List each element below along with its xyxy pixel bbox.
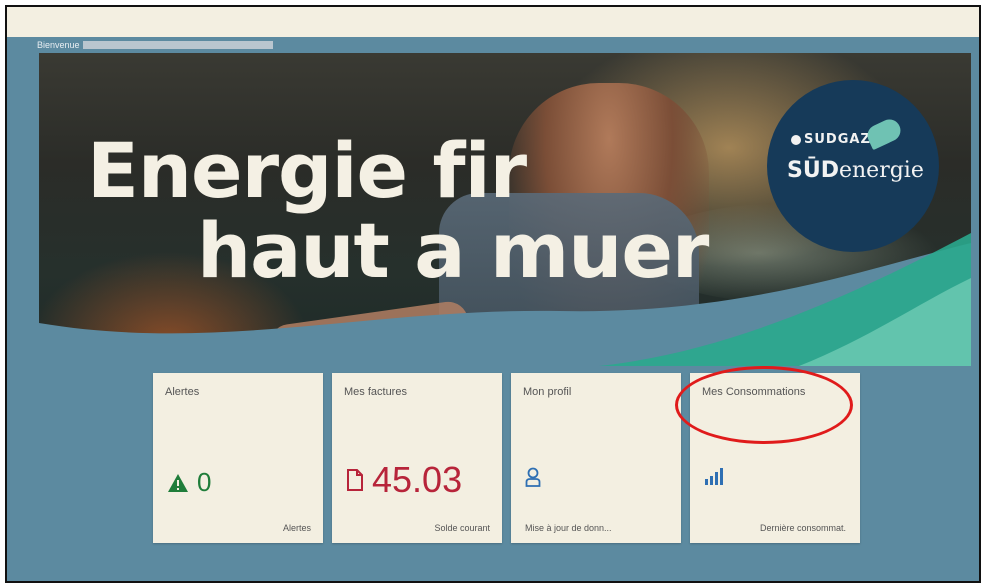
hero-banner: Energie fir haut a muer SUDGAZ SŪDenergi…	[39, 53, 971, 366]
leaf-icon	[863, 115, 905, 151]
tile-footer: Solde courant	[434, 523, 490, 533]
welcome-label: Bienvenue	[37, 40, 80, 50]
logo-sudgaz-text: SUDGAZ	[804, 132, 871, 147]
logo-brand-bold: SŪD	[787, 158, 839, 183]
highlight-circle	[675, 366, 853, 444]
app-frame: Bienvenue Energie fir haut a muer SUDGAZ…	[5, 5, 981, 583]
tile-title: Mes factures	[344, 386, 407, 398]
banner-headline-line1: Energie fir	[87, 126, 527, 215]
sudenergie-logo: SUDGAZ SŪDenergie	[767, 80, 939, 252]
warning-triangle-icon	[168, 473, 188, 492]
banner-headline-line2: haut a muer	[197, 206, 709, 295]
user-name-redacted	[82, 41, 273, 49]
welcome-line: Bienvenue	[37, 40, 273, 50]
tile-footer: Mise à jour de donn...	[525, 523, 612, 533]
top-bar	[7, 7, 979, 37]
tile-title: Mon profil	[523, 386, 572, 398]
user-icon	[525, 467, 541, 487]
tile-title: Alertes	[165, 386, 200, 398]
logo-dot-icon	[791, 134, 801, 145]
alert-count: 0	[197, 467, 212, 497]
tile-mon-profil[interactable]: Mon profil Mise à jour de donn...	[511, 373, 681, 543]
bar-chart-icon	[705, 468, 723, 485]
tile-alertes[interactable]: Alertes 0 Alertes	[153, 373, 323, 543]
tile-footer: Dernière consommat.	[759, 523, 846, 533]
document-icon	[347, 469, 363, 491]
tile-footer: Alertes	[282, 523, 311, 533]
banner-headline: Energie fir haut a muer	[87, 131, 709, 295]
tile-mes-factures[interactable]: Mes factures 45.03 Solde courant	[332, 373, 502, 543]
logo-brand-rest: energie	[838, 158, 924, 183]
balance-amount: 45.03	[372, 459, 463, 500]
